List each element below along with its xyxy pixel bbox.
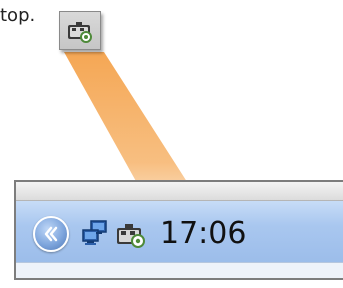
tray-bottom-edge [16, 262, 343, 278]
clock[interactable]: 17:06 [160, 216, 246, 252]
camera-tray-icon[interactable] [114, 218, 148, 250]
callout-camera-icon [59, 11, 101, 50]
taskbar-tray-frame: 17:06 [14, 180, 343, 280]
taskbar-top-strip [16, 182, 343, 201]
show-hidden-icons-button[interactable] [33, 216, 69, 252]
caption-text: top. [0, 5, 36, 26]
network-computers-icon[interactable] [78, 218, 110, 250]
camera-icon [68, 21, 92, 43]
chevron-left-icon [44, 226, 58, 242]
